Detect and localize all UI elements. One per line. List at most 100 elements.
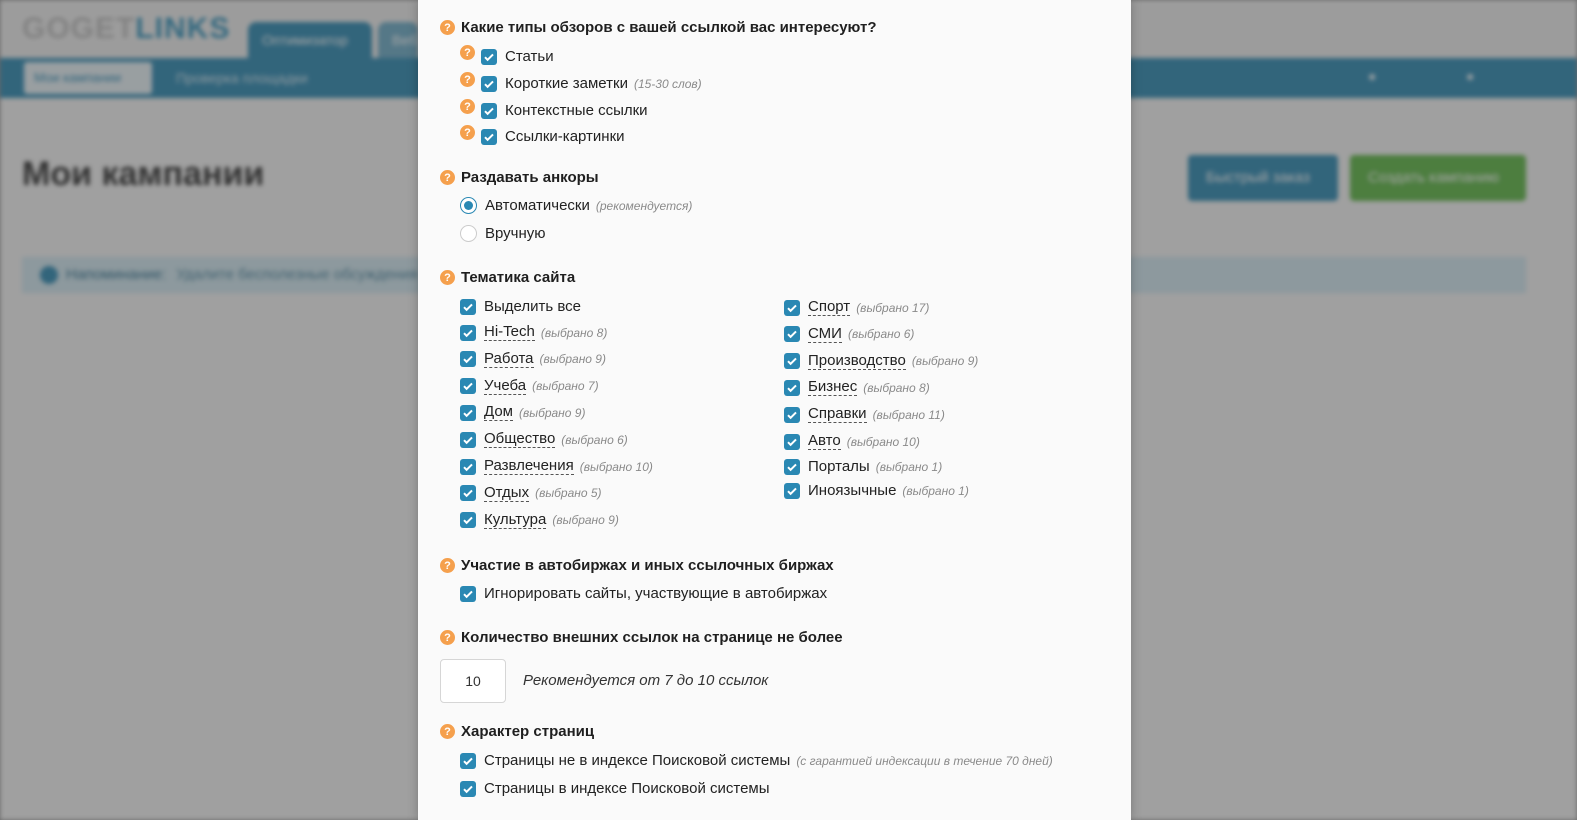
topic-count: (выбрано 9) bbox=[539, 352, 606, 367]
checkbox-checked-icon[interactable] bbox=[481, 48, 497, 65]
topic-checkbox[interactable]: Иноязычные (выбрано 1) bbox=[784, 482, 969, 499]
topic-checkbox[interactable]: Отдых (выбрано 5) bbox=[460, 484, 602, 502]
campaign-settings-modal: ? Какие типы обзоров с вашей ссылкой вас… bbox=[418, 0, 1131, 820]
checkbox-checked-icon[interactable] bbox=[481, 75, 497, 92]
help-icon[interactable]: ? bbox=[460, 45, 475, 60]
anchors-title: ? Раздавать анкоры bbox=[440, 169, 599, 186]
checkbox-checked-icon[interactable] bbox=[460, 585, 476, 602]
topic-count: (выбрано 8) bbox=[863, 380, 930, 395]
topic-checkbox[interactable]: Дом (выбрано 9) bbox=[460, 404, 586, 422]
checkbox-checked-icon[interactable] bbox=[460, 780, 476, 797]
checkbox-checked-icon[interactable] bbox=[784, 379, 800, 396]
external-links-hint: Рекомендуется от 7 до 10 ссылок bbox=[523, 672, 769, 689]
ignore-exchange-sites-checkbox[interactable]: Игнорировать сайты, участвующие в автоби… bbox=[460, 585, 827, 602]
checkbox-checked-icon[interactable] bbox=[784, 353, 800, 370]
topic-count: (выбрано 11) bbox=[872, 407, 945, 422]
checkbox-checked-icon[interactable] bbox=[481, 102, 497, 119]
topic-label[interactable]: Отдых bbox=[484, 484, 530, 502]
topic-checkbox[interactable]: Авто (выбрано 10) bbox=[784, 433, 920, 450]
topic-checkbox[interactable]: Спорт (выбрано 17) bbox=[784, 299, 929, 316]
topic-label[interactable]: Работа bbox=[484, 350, 534, 368]
external-links-input[interactable]: 10 bbox=[440, 659, 506, 703]
checkbox-checked-icon[interactable] bbox=[460, 512, 476, 529]
topic-label[interactable]: СМИ bbox=[808, 325, 842, 343]
topic-count: (выбрано 6) bbox=[847, 327, 915, 342]
topic-count: (выбрано 17) bbox=[856, 300, 930, 315]
topic-count: (выбрано 6) bbox=[561, 432, 628, 447]
checkbox-checked-icon[interactable] bbox=[460, 404, 476, 421]
help-icon[interactable]: ? bbox=[440, 558, 455, 573]
checkbox-checked-icon[interactable] bbox=[784, 299, 800, 316]
topic-checkbox[interactable]: Развлечения (выбрано 10) bbox=[460, 458, 653, 475]
help-icon[interactable]: ? bbox=[440, 270, 455, 285]
topic-label[interactable]: Спорт bbox=[808, 299, 851, 316]
topic-label[interactable]: Hi-Tech bbox=[484, 324, 535, 341]
checkbox-checked-icon[interactable] bbox=[460, 458, 476, 475]
topic-label[interactable]: Дом bbox=[484, 404, 513, 422]
help-icon[interactable]: ? bbox=[460, 125, 475, 140]
topic-count: (выбрано 1) bbox=[902, 483, 969, 498]
checkbox-checked-icon[interactable] bbox=[784, 326, 800, 343]
topic-count: (выбрано 8) bbox=[540, 325, 608, 340]
topic-label[interactable]: Производство bbox=[808, 352, 906, 370]
external-links-title: ? Количество внешних ссылок на странице … bbox=[440, 629, 843, 646]
topic-checkbox[interactable]: СМИ (выбрано 6) bbox=[784, 325, 915, 343]
topic-label: Порталы bbox=[808, 458, 870, 475]
topic-label[interactable]: Авто bbox=[808, 433, 841, 450]
review-type-short-notes[interactable]: ? Короткие заметки (15-30 слов) bbox=[460, 72, 702, 92]
page-nature-title: ? Характер страниц bbox=[440, 723, 594, 740]
topic-checkbox[interactable]: Культура (выбрано 9) bbox=[460, 511, 619, 529]
topic-label[interactable]: Общество bbox=[484, 431, 556, 449]
help-icon[interactable]: ? bbox=[440, 170, 455, 185]
topic-label[interactable]: Справки bbox=[808, 406, 867, 424]
topic-label: Иноязычные bbox=[808, 482, 897, 499]
topic-checkbox[interactable]: Общество (выбрано 6) bbox=[460, 431, 628, 449]
help-icon[interactable]: ? bbox=[440, 724, 455, 739]
topic-checkbox[interactable]: Hi-Tech (выбрано 8) bbox=[460, 324, 607, 341]
review-type-image-links[interactable]: ? Ссылки-картинки bbox=[460, 125, 625, 145]
pages-indexed-checkbox[interactable]: Страницы в индексе Поисковой системы bbox=[460, 780, 770, 797]
checkbox-checked-icon[interactable] bbox=[784, 458, 800, 475]
review-type-context-links[interactable]: ? Контекстные ссылки bbox=[460, 99, 648, 119]
checkbox-checked-icon[interactable] bbox=[460, 324, 476, 341]
radio-selected-icon[interactable] bbox=[460, 197, 477, 214]
review-types-title: ? Какие типы обзоров с вашей ссылкой вас… bbox=[440, 19, 877, 36]
checkbox-checked-icon[interactable] bbox=[784, 482, 800, 499]
topic-label[interactable]: Культура bbox=[484, 511, 547, 529]
checkbox-checked-icon[interactable] bbox=[460, 752, 476, 769]
checkbox-checked-icon[interactable] bbox=[784, 433, 800, 450]
topic-checkbox[interactable]: Порталы (выбрано 1) bbox=[784, 458, 942, 475]
topic-label[interactable]: Бизнес bbox=[808, 379, 858, 397]
checkbox-checked-icon[interactable] bbox=[784, 406, 800, 423]
help-icon[interactable]: ? bbox=[440, 20, 455, 35]
checkbox-checked-icon[interactable] bbox=[460, 431, 476, 448]
help-icon[interactable]: ? bbox=[460, 99, 475, 114]
topic-count: (выбрано 10) bbox=[846, 434, 920, 449]
topic-checkbox[interactable]: Производство (выбрано 9) bbox=[784, 352, 978, 370]
checkbox-checked-icon[interactable] bbox=[481, 128, 497, 145]
checkbox-checked-icon[interactable] bbox=[460, 485, 476, 502]
topics-title: ? Тематика сайта bbox=[440, 269, 575, 286]
topic-count: (выбрано 9) bbox=[518, 405, 586, 420]
checkbox-checked-icon[interactable] bbox=[460, 298, 476, 315]
topic-label[interactable]: Учеба bbox=[484, 377, 527, 395]
topics-select-all[interactable]: Выделить все bbox=[460, 298, 581, 315]
checkbox-checked-icon[interactable] bbox=[460, 378, 476, 395]
topic-count: (выбрано 7) bbox=[532, 379, 599, 394]
topic-count: (выбрано 9) bbox=[552, 513, 619, 528]
anchors-manual-radio[interactable]: Вручную bbox=[460, 225, 546, 242]
topic-checkbox[interactable]: Учеба (выбрано 7) bbox=[460, 377, 599, 395]
checkbox-checked-icon[interactable] bbox=[460, 351, 476, 368]
topic-label[interactable]: Развлечения bbox=[484, 458, 574, 475]
review-type-articles[interactable]: ? Статьи bbox=[460, 45, 554, 65]
anchors-auto-radio[interactable]: Автоматически (рекомендуется) bbox=[460, 197, 692, 214]
topic-checkbox[interactable]: Справки (выбрано 11) bbox=[784, 406, 945, 424]
help-icon[interactable]: ? bbox=[460, 72, 475, 87]
help-icon[interactable]: ? bbox=[440, 630, 455, 645]
exchanges-title: ? Участие в автобиржах и иных ссылочных … bbox=[440, 557, 834, 574]
topic-count: (выбрано 1) bbox=[875, 459, 943, 474]
pages-not-indexed-checkbox[interactable]: Страницы не в индексе Поисковой системы … bbox=[460, 752, 1053, 769]
topic-checkbox[interactable]: Работа (выбрано 9) bbox=[460, 350, 606, 368]
topic-checkbox[interactable]: Бизнес (выбрано 8) bbox=[784, 379, 930, 397]
radio-empty-icon[interactable] bbox=[460, 225, 477, 242]
